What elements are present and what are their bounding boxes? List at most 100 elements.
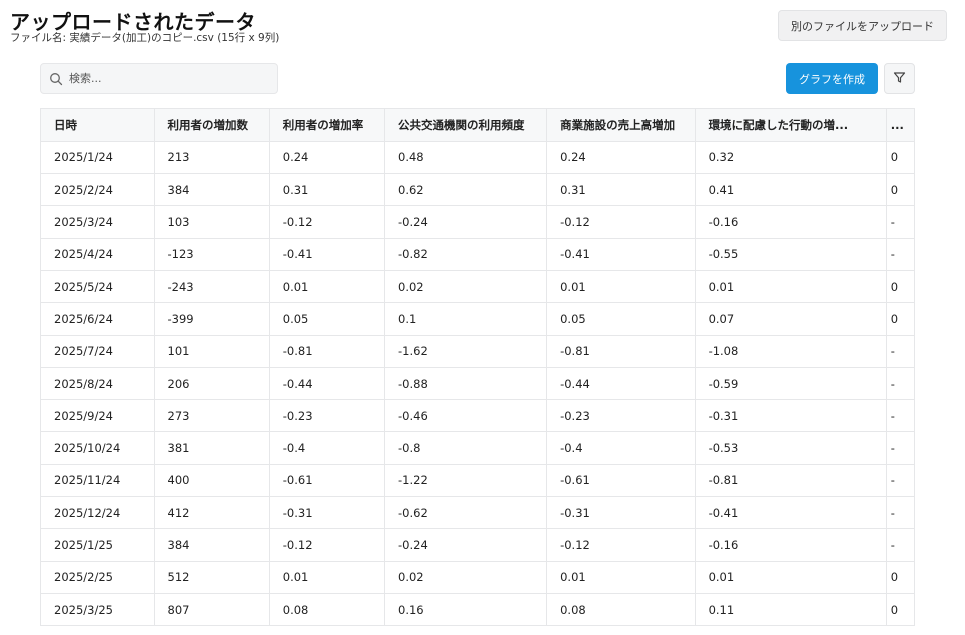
table-cell: -0.82 <box>384 238 548 271</box>
table-cell: 0 <box>886 270 915 304</box>
table-cell: - <box>886 528 915 562</box>
table-cell: 0.24 <box>546 141 696 175</box>
table-cell: 2025/3/24 <box>41 205 155 239</box>
table-cell: -0.23 <box>546 399 696 433</box>
table-cell: -0.12 <box>269 205 386 239</box>
table-cell: -0.55 <box>695 238 887 271</box>
table-cell: 0.01 <box>269 270 386 304</box>
table-cell: 0.01 <box>546 270 696 304</box>
table-cell: 807 <box>154 593 270 626</box>
table-cell: -0.61 <box>546 464 696 498</box>
table-cell: 206 <box>154 367 270 401</box>
table-cell: 0.07 <box>695 302 887 336</box>
create-graph-button[interactable]: グラフを作成 <box>786 63 878 94</box>
table-cell: -0.62 <box>384 496 548 530</box>
column-header[interactable]: 日時 <box>41 109 155 142</box>
table-row[interactable]: 2025/2/25 512 0.01 0.02 0.01 0.01 0 <box>41 561 915 594</box>
table-cell: 0.24 <box>269 141 386 175</box>
table-row[interactable]: 2025/4/24 -123 -0.41 -0.82 -0.41 -0.55- <box>41 238 915 271</box>
table-cell: -0.8 <box>384 431 548 465</box>
column-header[interactable]: 環境に配慮した行動の増... <box>695 109 887 142</box>
table-row[interactable]: 2025/12/24 412 -0.31 -0.62 -0.31 -0.41- <box>41 496 915 530</box>
table-cell: 2025/3/25 <box>41 593 155 626</box>
table-cell: 0.31 <box>546 173 696 207</box>
table-cell: -243 <box>154 270 270 304</box>
table-cell: 273 <box>154 399 270 433</box>
table-cell: 2025/11/24 <box>41 464 155 498</box>
table-cell: 0.31 <box>269 173 386 207</box>
table-cell: -0.24 <box>384 528 548 562</box>
table-row[interactable]: 2025/1/25 384 -0.12 -0.24 -0.12 -0.16- <box>41 528 915 562</box>
table-cell: 0.62 <box>384 173 548 207</box>
table-cell: 0 <box>886 593 915 626</box>
column-header[interactable]: 公共交通機関の利用頻度 <box>384 109 548 142</box>
table-cell: -399 <box>154 302 270 336</box>
table-cell: 2025/5/24 <box>41 270 155 304</box>
data-table-container[interactable]: 日時 利用者の増加数 利用者の増加率 公共交通機関の利用頻度 商業施設の売上高増加 環境に… <box>40 108 915 626</box>
table-cell: 2025/7/24 <box>41 335 155 368</box>
filter-button[interactable] <box>884 63 915 94</box>
table-row[interactable]: 2025/8/24 206 -0.44 -0.88 -0.44 -0.59- <box>41 367 915 401</box>
table-cell: -0.12 <box>546 205 696 239</box>
table-cell: 0 <box>886 173 915 207</box>
table-cell: 0.05 <box>269 302 386 336</box>
table-cell: -0.53 <box>695 431 887 465</box>
table-row[interactable]: 2025/1/24 213 0.24 0.48 0.24 0.32 0 <box>41 141 915 175</box>
table-cell: 0 <box>886 302 915 336</box>
table-cell: -0.88 <box>384 367 548 401</box>
table-cell: -0.46 <box>384 399 548 433</box>
table-cell: 2025/8/24 <box>41 367 155 401</box>
table-cell: 0.08 <box>546 593 696 626</box>
table-cell: -0.12 <box>546 528 696 562</box>
table-row[interactable]: 2025/7/24 101 -0.81 -1.62 -0.81 -1.08- <box>41 335 915 368</box>
table-header-row: 日時 利用者の増加数 利用者の増加率 公共交通機関の利用頻度 商業施設の売上高増加 環境に… <box>41 109 915 142</box>
table-cell: -0.44 <box>546 367 696 401</box>
table-cell: 0.11 <box>695 593 887 626</box>
table-cell: 384 <box>154 528 270 562</box>
table-cell: 0.48 <box>384 141 548 175</box>
file-info: ファイル名: 実績データ(加工)のコピー.csv (15行 x 9列) <box>10 32 280 44</box>
table-row[interactable]: 2025/10/24 381 -0.4 -0.8 -0.4 -0.53- <box>41 431 915 465</box>
column-header[interactable]: 利用者の増加数 <box>154 109 270 142</box>
table-row[interactable]: 2025/6/24 -399 0.05 0.1 0.05 0.07 0 <box>41 302 915 336</box>
table-cell: 0.41 <box>695 173 887 207</box>
column-header[interactable]: 利用者の増加率 <box>269 109 386 142</box>
table-cell: -0.41 <box>269 238 386 271</box>
table-cell: 0.02 <box>384 270 548 304</box>
table-cell: - <box>886 335 915 368</box>
data-table: 日時 利用者の増加数 利用者の増加率 公共交通機関の利用頻度 商業施設の売上高増加 環境に… <box>41 109 915 626</box>
table-cell: 2025/6/24 <box>41 302 155 336</box>
table-cell: 2025/10/24 <box>41 431 155 465</box>
table-row[interactable]: 2025/9/24 273 -0.23 -0.46 -0.23 -0.31- <box>41 399 915 433</box>
table-cell: 0.32 <box>695 141 887 175</box>
table-cell: 384 <box>154 173 270 207</box>
table-cell: -0.59 <box>695 367 887 401</box>
table-cell: - <box>886 205 915 239</box>
table-cell: - <box>886 496 915 530</box>
upload-other-file-button[interactable]: 別のファイルをアップロード <box>778 10 947 41</box>
table-row[interactable]: 2025/3/24 103 -0.12 -0.24 -0.12 -0.16- <box>41 205 915 239</box>
table-cell: -1.62 <box>384 335 548 368</box>
table-row[interactable]: 2025/3/25 807 0.08 0.16 0.08 0.11 0 <box>41 593 915 626</box>
table-cell: 0.01 <box>695 561 887 594</box>
table-cell: 0.01 <box>695 270 887 304</box>
column-header[interactable]: ... <box>886 109 915 142</box>
table-cell: -0.4 <box>269 431 386 465</box>
table-cell: 0.08 <box>269 593 386 626</box>
table-cell: -0.16 <box>695 205 887 239</box>
table-row[interactable]: 2025/5/24 -243 0.01 0.02 0.01 0.01 0 <box>41 270 915 304</box>
column-header[interactable]: 商業施設の売上高増加 <box>546 109 696 142</box>
table-cell: -0.24 <box>384 205 548 239</box>
table-cell: - <box>886 464 915 498</box>
search-box <box>40 63 278 94</box>
table-cell: -0.31 <box>269 496 386 530</box>
table-cell: 2025/9/24 <box>41 399 155 433</box>
table-cell: -1.22 <box>384 464 548 498</box>
search-input[interactable] <box>69 72 269 85</box>
table-cell: - <box>886 399 915 433</box>
table-row[interactable]: 2025/2/24 384 0.31 0.62 0.31 0.41 0 <box>41 173 915 207</box>
search-icon <box>49 72 63 86</box>
table-cell: -0.23 <box>269 399 386 433</box>
table-row[interactable]: 2025/11/24 400 -0.61 -1.22 -0.61 -0.81- <box>41 464 915 498</box>
table-cell: 412 <box>154 496 270 530</box>
